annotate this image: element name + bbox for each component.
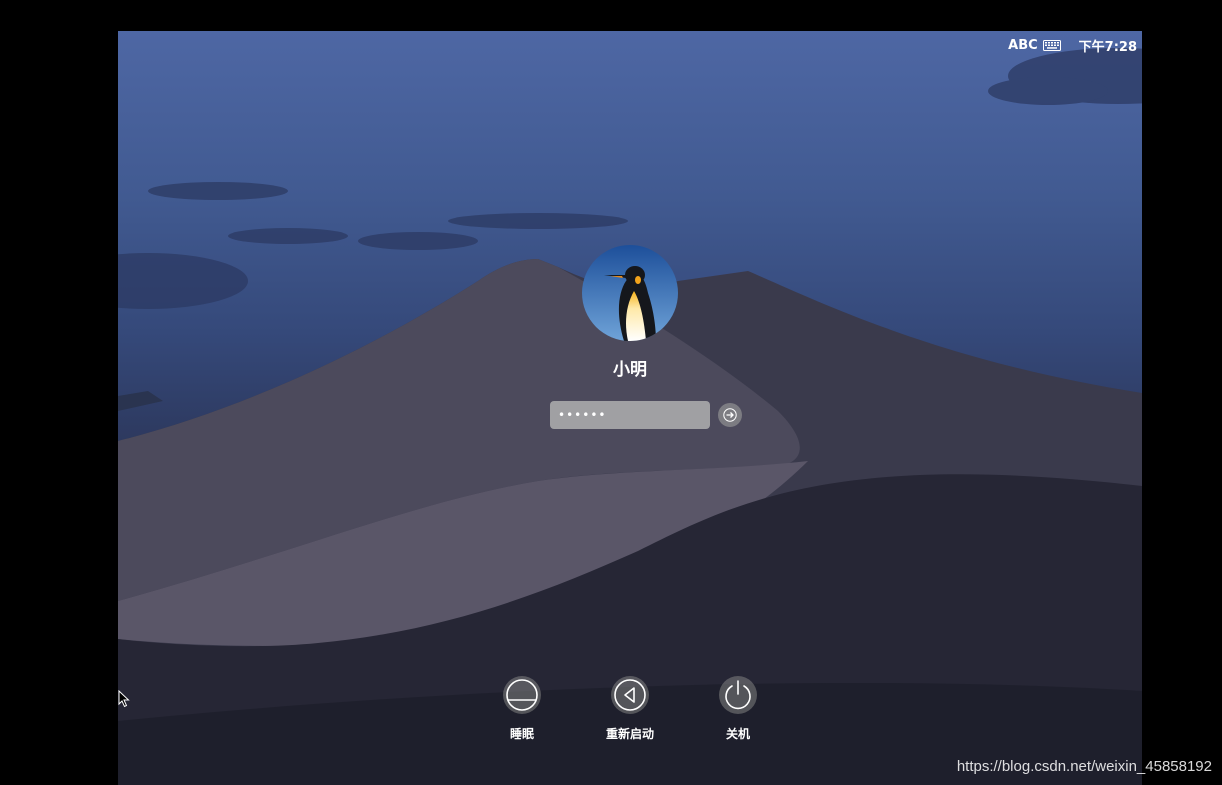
menu-bar: ABC 下午7:28 <box>1008 36 1137 55</box>
mouse-cursor-icon <box>118 690 130 708</box>
sleep-button[interactable]: 睡眠 <box>477 676 567 742</box>
login-screen: ABC 下午7:28 小明 •••••• 睡眠 重新启动 关机 <box>118 31 1142 785</box>
username: 小明 <box>613 360 647 380</box>
input-method-label: ABC <box>1008 38 1038 53</box>
shutdown-icon <box>719 676 757 714</box>
user-avatar[interactable] <box>582 245 678 341</box>
sleep-icon <box>503 676 541 714</box>
input-method-menu[interactable]: ABC <box>1008 38 1061 53</box>
sleep-label: 睡眠 <box>509 727 534 741</box>
penguin-avatar-image <box>582 245 678 341</box>
arrow-right-icon <box>723 408 737 422</box>
restart-label: 重新启动 <box>605 727 654 741</box>
restart-icon <box>611 676 649 714</box>
restart-button[interactable]: 重新启动 <box>585 676 675 742</box>
watermark: https://blog.csdn.net/weixin_45858192 <box>956 758 1212 775</box>
keyboard-icon <box>1042 40 1061 51</box>
shutdown-button[interactable]: 关机 <box>693 676 783 742</box>
shutdown-label: 关机 <box>725 727 750 741</box>
login-button[interactable] <box>718 403 742 427</box>
clock[interactable]: 下午7:28 <box>1079 36 1137 55</box>
password-field[interactable]: •••••• <box>550 401 710 429</box>
